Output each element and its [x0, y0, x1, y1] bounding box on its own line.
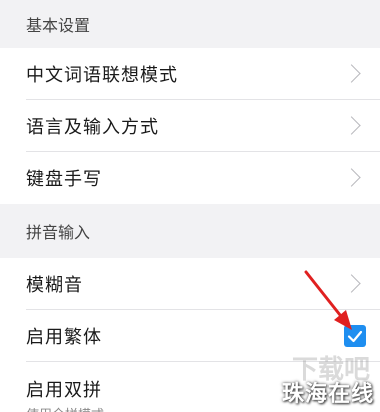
- section-title-basic: 基本设置: [26, 16, 91, 35]
- settings-item-subtitle: 使用全拼模式: [26, 404, 104, 412]
- checkmark-icon: [347, 330, 363, 343]
- settings-item-language-input[interactable]: 语言及输入方式: [0, 100, 380, 152]
- section-title-pinyin: 拼音输入: [26, 223, 91, 242]
- section-header-basic: 基本设置: [0, 0, 380, 48]
- settings-item-handwriting[interactable]: 键盘手写: [0, 152, 380, 204]
- settings-screen: 基本设置 中文词语联想模式 语言及输入方式 键盘手写 拼音输入 模糊音 启用繁体: [0, 0, 380, 412]
- basic-settings-group: 中文词语联想模式 语言及输入方式 键盘手写: [0, 48, 380, 204]
- settings-item-label: 启用繁体: [26, 327, 102, 348]
- settings-item-label: 语言及输入方式: [26, 117, 159, 138]
- watermark-text: 珠海在线: [281, 382, 374, 407]
- section-header-pinyin: 拼音输入: [0, 204, 380, 258]
- settings-item-fuzzy-sound[interactable]: 模糊音: [0, 258, 380, 310]
- settings-item-label: 键盘手写: [26, 169, 102, 190]
- traditional-chinese-checkbox[interactable]: [344, 325, 366, 347]
- settings-item-label: 模糊音: [26, 275, 83, 296]
- settings-item-label: 中文词语联想模式: [26, 65, 178, 86]
- settings-item-word-association[interactable]: 中文词语联想模式: [0, 48, 380, 100]
